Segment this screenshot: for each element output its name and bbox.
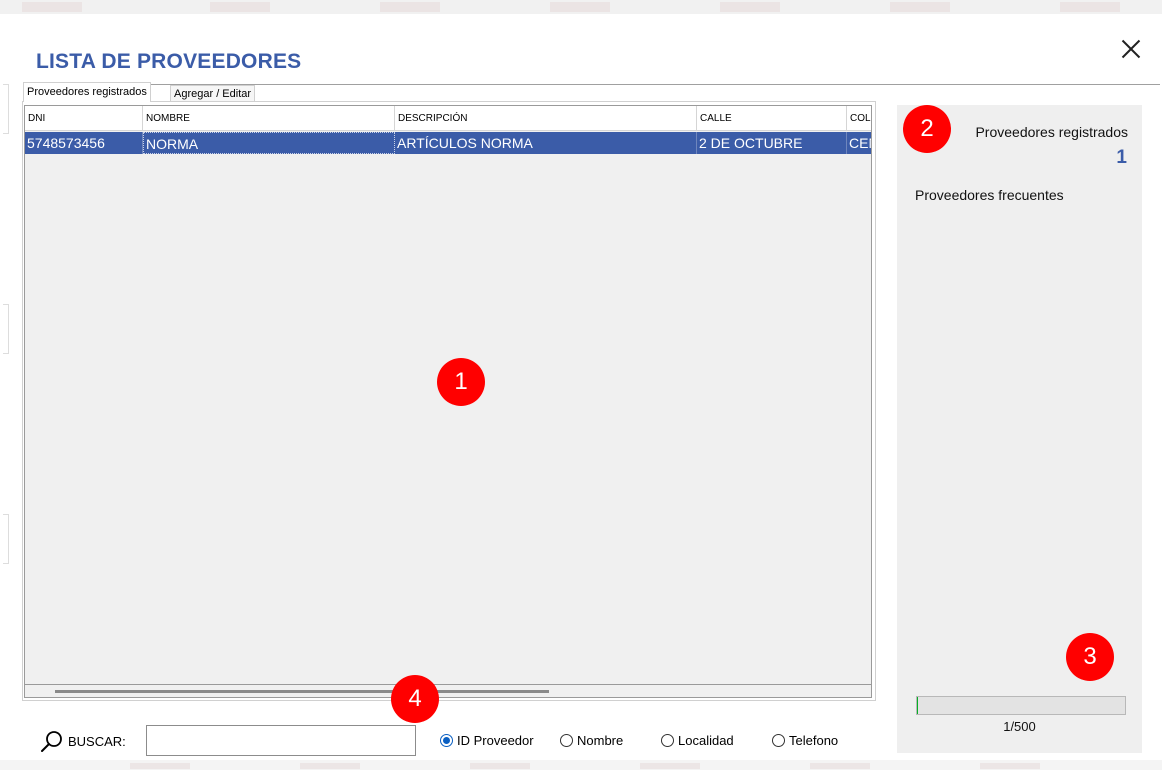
cell-nombre[interactable]: NORMA (143, 132, 395, 154)
callout-badge-4: 4 (391, 675, 439, 723)
cell-dni[interactable]: 5748573456 (25, 132, 143, 154)
registered-suppliers-count: 1 (1116, 147, 1127, 168)
grid-header: DNI NOMBRE DESCRIPCIÓN CALLE COL (25, 106, 871, 131)
background-strip-top (0, 0, 1162, 14)
column-header-descripcion[interactable]: DESCRIPCIÓN (395, 106, 697, 131)
search-icon (41, 731, 62, 752)
column-header-calle[interactable]: CALLE (697, 106, 847, 131)
horizontal-scrollbar[interactable] (24, 685, 872, 698)
radio-telefono[interactable]: Telefono (772, 733, 838, 748)
background-decoration (130, 763, 190, 769)
background-decoration (300, 763, 360, 769)
radio-label: Telefono (789, 733, 839, 748)
background-decoration (470, 763, 530, 769)
capacity-progress-bar (916, 696, 1126, 715)
background-decoration (980, 763, 1040, 769)
background-decoration (550, 2, 610, 12)
radio-nombre[interactable]: Nombre (560, 733, 623, 748)
radio-label: Localidad (678, 733, 734, 748)
background-decoration (22, 2, 82, 12)
background-decoration (890, 2, 950, 12)
radio-button-icon[interactable] (661, 734, 674, 747)
radio-button-icon[interactable] (560, 734, 573, 747)
background-decoration (640, 763, 700, 769)
cell-colonia[interactable]: CEN (847, 132, 871, 154)
frequent-suppliers-label: Proveedores frecuentes (915, 187, 1064, 203)
background-decoration (720, 2, 780, 12)
background-decoration (810, 763, 870, 769)
background-strip-bottom (0, 760, 1162, 770)
background-decoration (1060, 2, 1120, 12)
radio-label: ID Proveedor (457, 733, 534, 748)
background-strip-left (0, 14, 14, 760)
cell-descripcion[interactable]: ARTÍCULOS NORMA (395, 132, 697, 154)
table-row[interactable]: 5748573456 NORMA ARTÍCULOS NORMA 2 DE OC… (25, 132, 871, 154)
radio-localidad[interactable]: Localidad (661, 733, 734, 748)
capacity-progress-text: 1/500 (1003, 719, 1036, 734)
background-decoration (3, 304, 9, 354)
column-header-nombre[interactable]: NOMBRE (143, 106, 395, 131)
background-decoration (380, 2, 440, 12)
radio-label: Nombre (577, 733, 624, 748)
radio-button-icon[interactable] (440, 734, 453, 747)
radio-button-icon[interactable] (772, 734, 785, 747)
tab-proveedores-registrados[interactable]: Proveedores registrados (23, 82, 151, 102)
column-header-dni[interactable]: DNI (25, 106, 143, 131)
close-icon[interactable] (1118, 36, 1144, 62)
cell-calle[interactable]: 2 DE OCTUBRE (697, 132, 847, 154)
radio-id-proveedor[interactable]: ID Proveedor (440, 733, 534, 748)
callout-badge-2: 2 (903, 105, 951, 153)
callout-badge-1: 1 (437, 358, 485, 406)
background-decoration (3, 84, 9, 134)
background-decoration (3, 514, 9, 564)
registered-suppliers-label: Proveedores registrados (975, 124, 1128, 140)
search-label: BUSCAR: (68, 734, 126, 749)
scrollbar-thumb[interactable] (55, 690, 549, 693)
search-input[interactable] (146, 725, 416, 756)
callout-badge-3: 3 (1066, 633, 1114, 681)
background-decoration (210, 2, 270, 12)
column-header-colonia[interactable]: COL (847, 106, 871, 131)
tab-agregar-editar[interactable]: Agregar / Editar (170, 85, 256, 101)
dialog-title: LISTA DE PROVEEDORES (36, 50, 302, 73)
